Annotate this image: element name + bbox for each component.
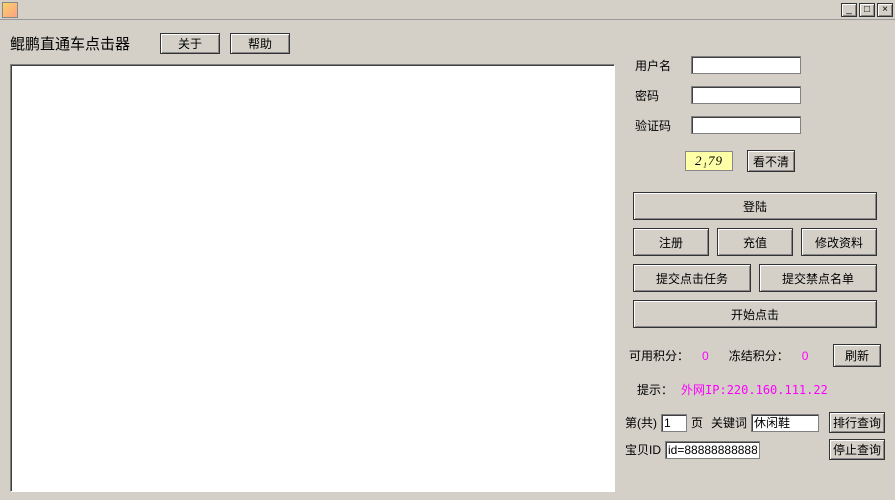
close-button[interactable]: × [877,3,893,17]
password-label: 密码 [635,87,679,104]
recharge-button[interactable]: 充值 [717,228,793,256]
captcha-input[interactable] [691,116,801,134]
submit-blacklist-button[interactable]: 提交禁点名单 [759,264,877,292]
rank-query-button[interactable]: 排行查询 [829,412,885,433]
available-points-label: 可用积分： [629,347,689,364]
item-id-label: 宝贝ID [625,441,661,458]
page-input[interactable] [661,414,687,432]
app-icon [2,2,18,18]
password-input[interactable] [691,86,801,104]
refresh-button[interactable]: 刷新 [833,344,881,367]
keyword-label: 关键词 [711,414,747,431]
edit-profile-button[interactable]: 修改资料 [801,228,877,256]
frozen-points-value: 0 [802,349,809,363]
stop-query-button[interactable]: 停止查询 [829,439,885,460]
main-panel [10,64,615,492]
available-points-value: 0 [702,349,709,363]
minimize-button[interactable]: _ [841,3,857,17]
captcha-label: 验证码 [635,117,679,134]
hint-ip: 外网IP:220.160.111.22 [681,381,828,398]
keyword-input[interactable] [751,414,819,432]
titlebar: _ □ × [0,0,895,20]
username-input[interactable] [691,56,801,74]
about-button[interactable]: 关于 [160,33,220,54]
start-click-button[interactable]: 开始点击 [633,300,877,328]
register-button[interactable]: 注册 [633,228,709,256]
cant-see-button[interactable]: 看不清 [747,150,795,172]
maximize-button[interactable]: □ [859,3,875,17]
submit-click-task-button[interactable]: 提交点击任务 [633,264,751,292]
page-suffix-label: 页 [691,414,703,431]
captcha-image: 2₁79 [685,151,733,171]
frozen-points-label: 冻结积分： [729,347,789,364]
username-label: 用户名 [635,57,679,74]
help-button[interactable]: 帮助 [230,33,290,54]
login-button[interactable]: 登陆 [633,192,877,220]
item-id-input[interactable] [665,441,760,459]
page-prefix-label: 第(共) [625,414,657,431]
hint-label: 提示： [637,381,673,398]
app-title: 鲲鹏直通车点击器 [10,33,130,54]
